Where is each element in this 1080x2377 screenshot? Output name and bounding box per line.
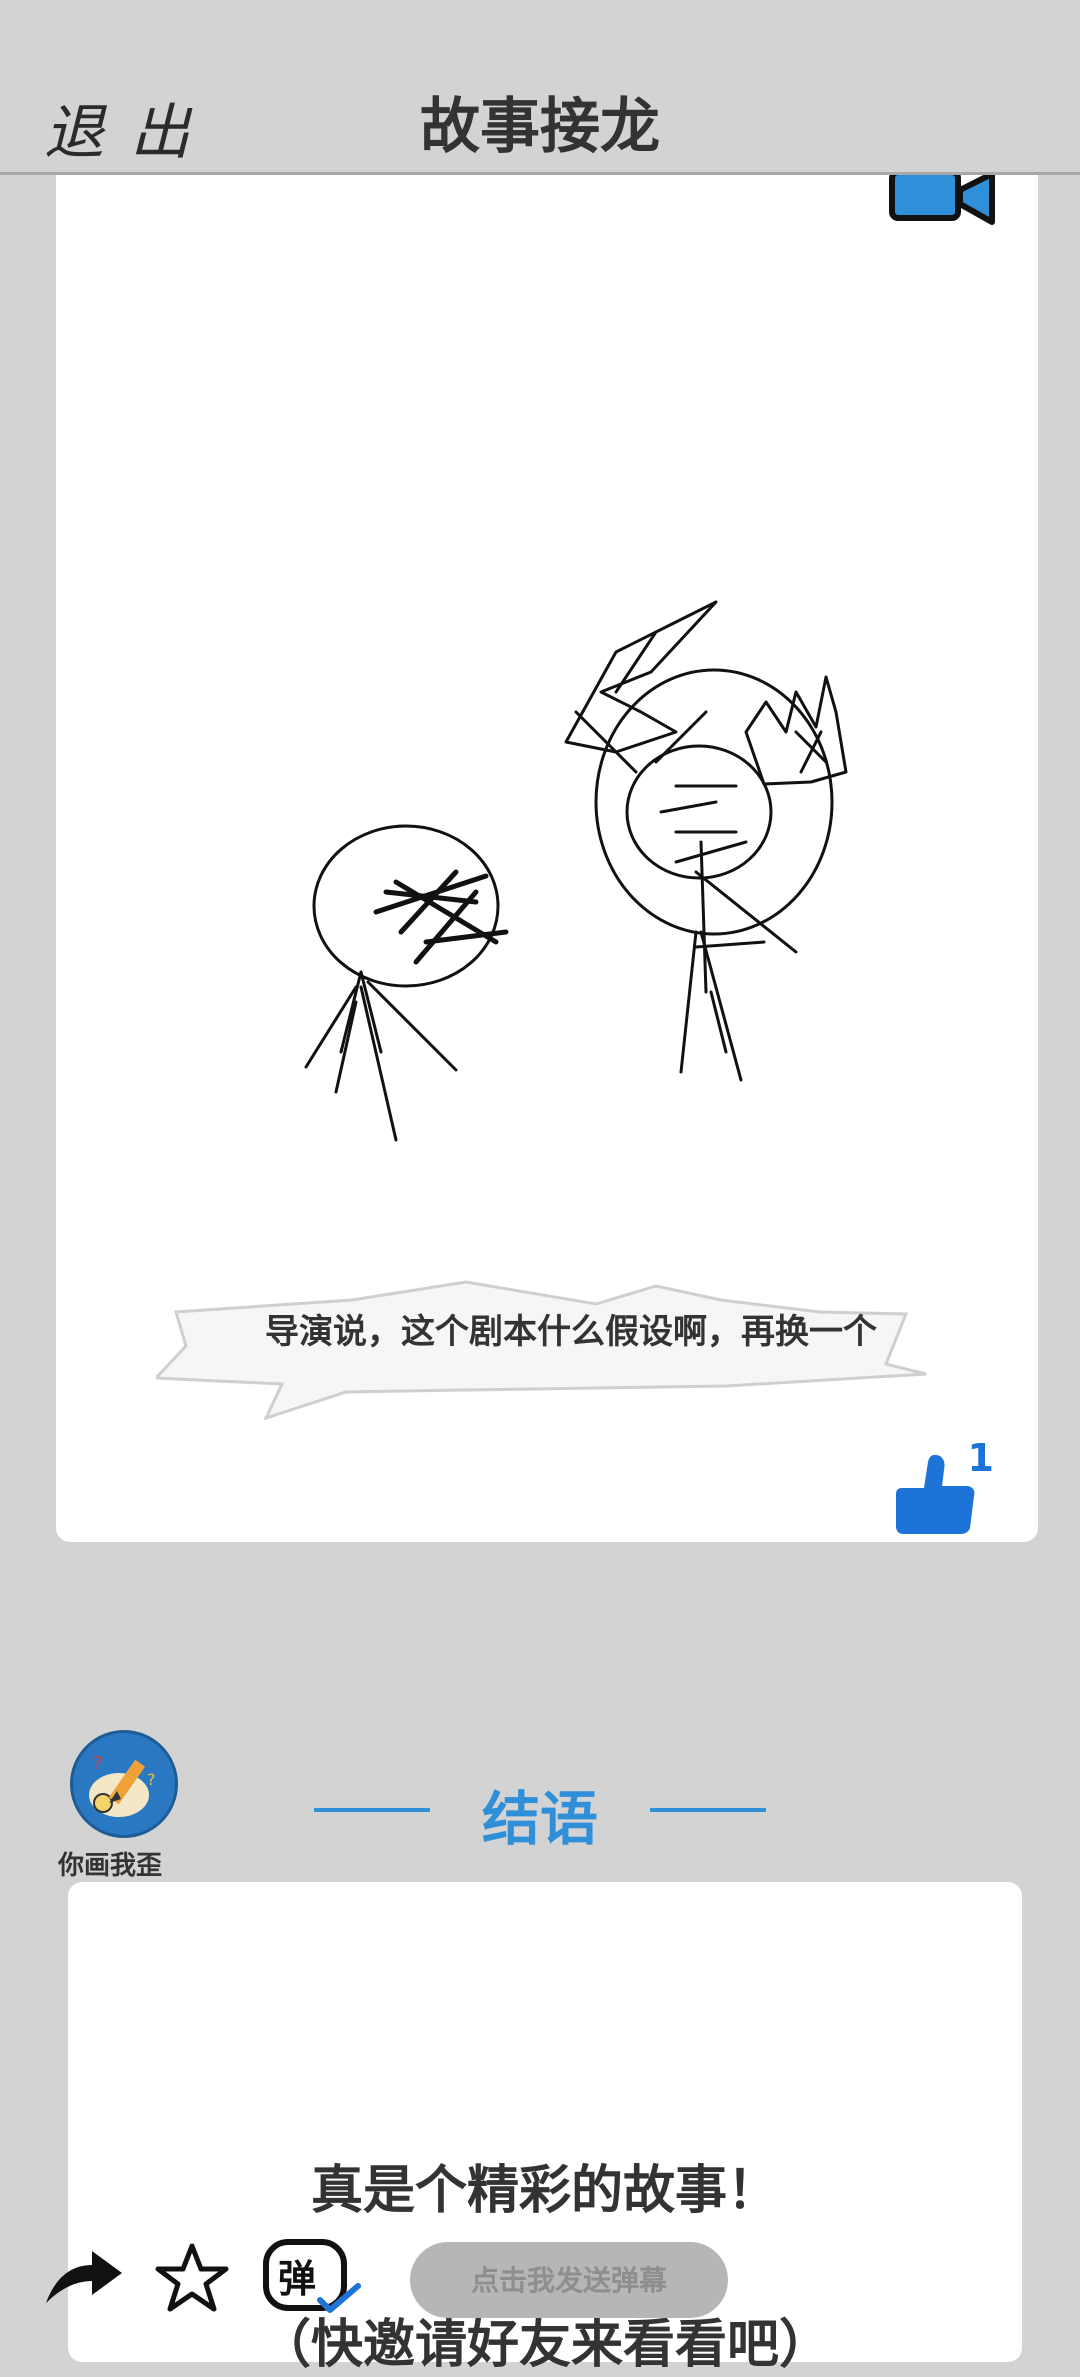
svg-text:弹: 弹 <box>278 2257 316 2301</box>
star-outline-icon[interactable] <box>154 2240 230 2316</box>
top-bar: 退出 故事接龙 <box>0 0 1080 175</box>
page-title: 故事接龙 <box>420 92 660 162</box>
like-button[interactable]: 1 <box>890 1436 1010 1536</box>
svg-text:?: ? <box>93 1753 103 1774</box>
caption-bubble: 导演说，这个剧本什么假设啊，再换一个 <box>156 1222 986 1442</box>
section-heading: 结语 <box>481 1785 598 1853</box>
story-caption: 导演说，这个剧本什么假设啊，再换一个 <box>265 1312 877 1352</box>
story-drawing <box>304 600 848 1142</box>
send-danmaku-button[interactable]: 点击我发送弹幕 <box>410 2242 728 2318</box>
danmaku-toggle-icon[interactable]: 弹 <box>262 2238 362 2318</box>
like-count: 1 <box>967 1436 994 1480</box>
heading-divider-right <box>650 1808 766 1812</box>
ending-text: 真是个精彩的故事！ <box>310 2161 779 2221</box>
share-arrow-icon[interactable] <box>42 2245 126 2309</box>
story-card: 导演说，这个剧本什么假设啊，再换一个 1 <box>56 172 1038 1542</box>
thumbs-up-icon <box>896 1454 975 1534</box>
